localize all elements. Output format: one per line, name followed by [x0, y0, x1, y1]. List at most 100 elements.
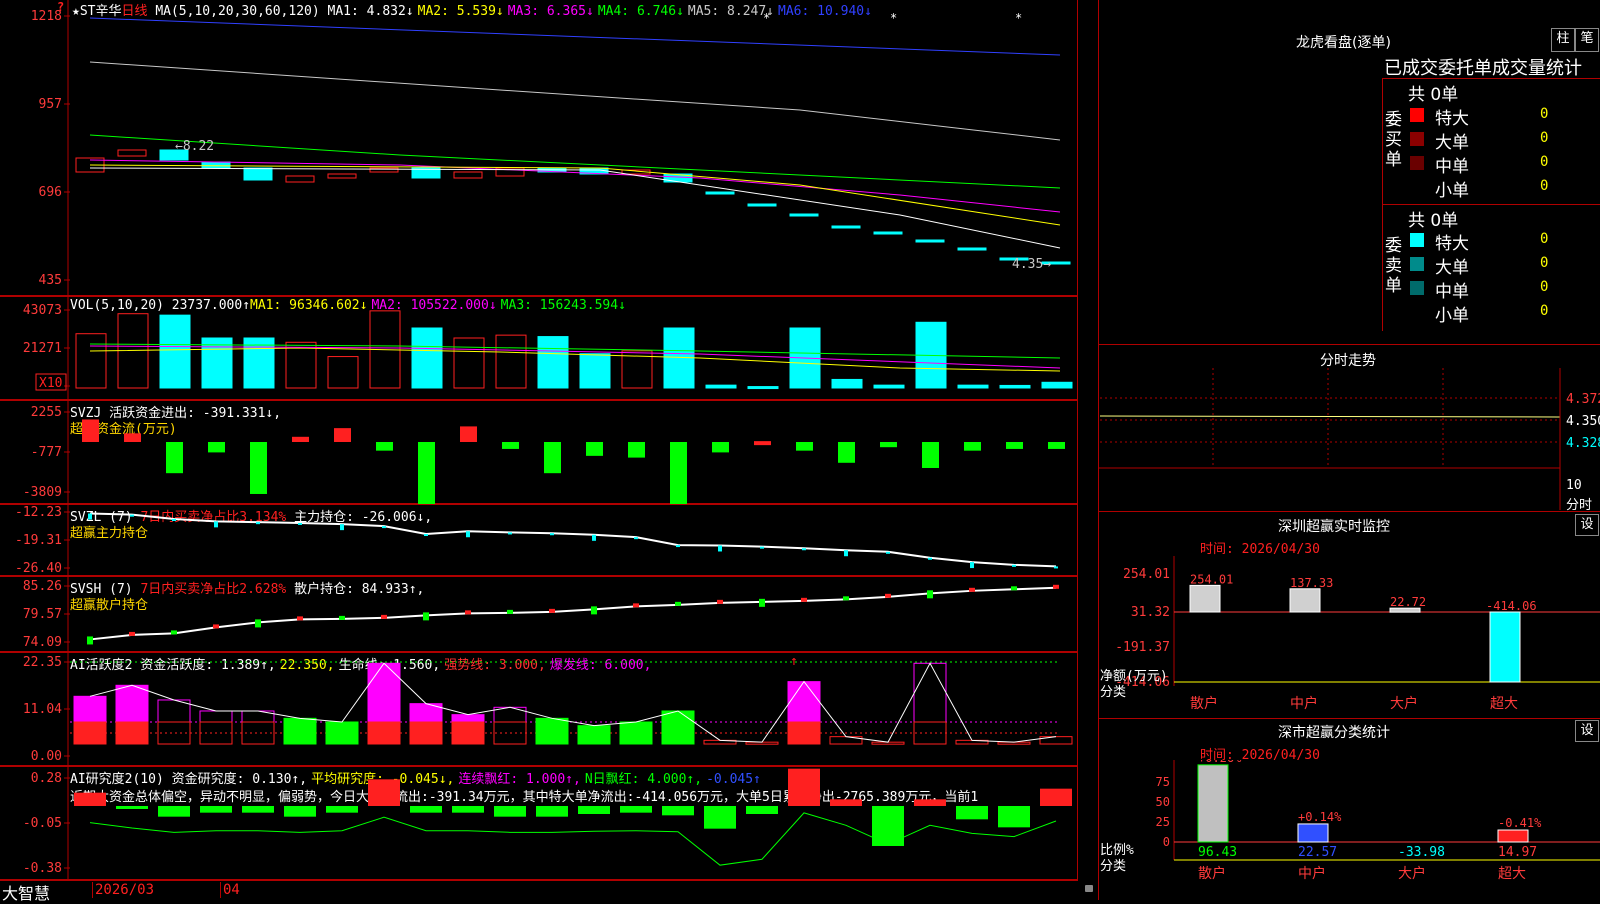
- svsh-marker: [1053, 584, 1059, 589]
- svzj-bar: [334, 428, 351, 442]
- research-chart[interactable]: 0.28 -0.05 -0.38: [0, 766, 1078, 880]
- research-bar: [326, 806, 358, 813]
- class-y-label: 25: [1156, 815, 1170, 829]
- order-size-label: 特大: [1435, 234, 1469, 254]
- svsh-chart[interactable]: 85.26 79.57 74.09: [0, 576, 1078, 652]
- class-top-label: +0.14%: [1298, 810, 1342, 824]
- svzj-chart[interactable]: 2255 -777 -3809: [0, 400, 1078, 504]
- lock-icon[interactable]: [1085, 885, 1093, 892]
- order-size-value: 0: [1540, 178, 1549, 194]
- y-tick-label: 22.35: [23, 655, 62, 670]
- svzl-marker: [172, 518, 176, 521]
- volume-bar: [411, 327, 443, 389]
- svsh-marker: [1011, 586, 1017, 591]
- y-tick-label: 21271: [23, 341, 62, 356]
- price-chart[interactable]: 1218 957 696 435 ←8.22 4.35→ * * *: [0, 0, 1078, 296]
- research-bar: [956, 806, 988, 820]
- y-tick-label: 11.04: [23, 702, 62, 717]
- bar-mode-button[interactable]: 柱: [1551, 28, 1575, 52]
- svzl-marker: [508, 532, 512, 535]
- volume-bar: [747, 386, 779, 390]
- ai-activity-chart[interactable]: 22.35 11.04 0.00: [0, 652, 1078, 766]
- research-bar: [452, 806, 484, 813]
- monitor-value-label: -414.06: [1486, 599, 1537, 613]
- svzj-bar: [292, 436, 309, 442]
- svzj-bar: [82, 419, 99, 442]
- svsh-marker: [843, 596, 849, 601]
- svzl-marker: [634, 537, 638, 540]
- price-candle: [285, 175, 315, 183]
- monitor-chart[interactable]: 254.01 31.32 -191.37 -414.06 254.01 散户 137.33 中…: [1098, 556, 1600, 716]
- volume-bar: [999, 384, 1031, 389]
- monitor-time: 时间: 2026/04/30: [1200, 542, 1320, 557]
- buy-total: 共 0单: [1408, 85, 1459, 105]
- ai-bar-base: [409, 721, 443, 745]
- monitor-bar: [1289, 588, 1321, 613]
- svzl-marker: [550, 533, 554, 536]
- price-candle: [873, 231, 903, 235]
- svzj-bar: [922, 442, 939, 468]
- class-bottom-value: 22.57: [1298, 845, 1337, 860]
- svsh-marker: [927, 590, 933, 599]
- order-size-label: 小单: [1435, 306, 1469, 326]
- stats-title: 已成交委托单成交量统计: [1384, 58, 1582, 79]
- y-tick-label: -26.40: [15, 561, 62, 576]
- price-candle: [243, 167, 273, 181]
- minute-chart[interactable]: 4.372 4.350 4.328: [1098, 368, 1600, 510]
- ai-bar-base: [241, 721, 275, 745]
- class-divider: [1098, 718, 1600, 719]
- class-settings-button[interactable]: 设: [1575, 720, 1599, 742]
- svzl-marker: [340, 524, 344, 531]
- order-color-swatch: [1410, 257, 1424, 271]
- monitor-category-label: 超大: [1490, 696, 1518, 712]
- price-candle: [327, 173, 357, 179]
- svzl-marker: [1012, 564, 1016, 567]
- minute-y-label: 4.372: [1566, 392, 1600, 407]
- volume-bar: [75, 333, 107, 389]
- volume-bar: [285, 341, 317, 389]
- tick-mode-button[interactable]: 笔: [1575, 28, 1599, 52]
- svzl-marker: [382, 526, 386, 529]
- monitor-settings-button[interactable]: 设: [1575, 514, 1599, 536]
- svzl-marker: [928, 557, 932, 560]
- class-category-label: 中户: [1298, 865, 1326, 882]
- svsh-marker: [465, 610, 471, 615]
- volume-chart[interactable]: 43073 21271 X10: [0, 296, 1078, 400]
- y-tick-label: 2255: [31, 405, 62, 420]
- svzl-chart[interactable]: -12.23 -19.31 -26.40: [0, 504, 1078, 576]
- low-annotation: 4.35→: [1012, 257, 1051, 272]
- minute-y-label: 4.350: [1566, 414, 1600, 429]
- y-tick-label: 435: [39, 273, 62, 288]
- ma-line: [89, 17, 1061, 56]
- research-bar: [872, 806, 904, 846]
- minute-foot-10: 10: [1566, 478, 1582, 493]
- ai-bar: [661, 710, 695, 745]
- research-bar: [368, 779, 400, 806]
- svzl-marker: [970, 562, 974, 569]
- svsh-marker: [87, 636, 93, 645]
- svsh-marker: [801, 597, 807, 602]
- y-tick-label: 79.57: [23, 607, 62, 622]
- class-y-label: 50: [1156, 795, 1170, 809]
- class-chart[interactable]: 75 50 25 0 +0.26% 96.43 散户 +0.14% 22.57 中户 -33.98 大…: [1098, 760, 1600, 900]
- order-color-swatch: [1410, 281, 1424, 295]
- price-candle: [705, 191, 735, 195]
- minute-price-line: [1099, 415, 1561, 418]
- sell-total: 共 0单: [1408, 211, 1459, 231]
- svsh-marker: [213, 624, 219, 629]
- class-top-label: +0.26%: [1198, 760, 1242, 765]
- svzl-line: [89, 512, 1057, 568]
- ma-line: [89, 164, 1061, 226]
- price-candle: [747, 203, 777, 207]
- svzj-bar: [964, 442, 981, 451]
- svsh-marker: [969, 587, 975, 592]
- ai-bar-base: [157, 721, 191, 745]
- svzj-bar: [628, 442, 645, 458]
- event-star-icon: *: [1015, 11, 1022, 25]
- ai-bar-base: [199, 721, 233, 745]
- monitor-value-label: 22.72: [1390, 595, 1426, 609]
- y-tick-label: 0.28: [31, 771, 62, 786]
- research-bar: [536, 806, 568, 817]
- brand-logo: 大智慧: [2, 884, 51, 903]
- class-category-label: 超大: [1498, 866, 1526, 882]
